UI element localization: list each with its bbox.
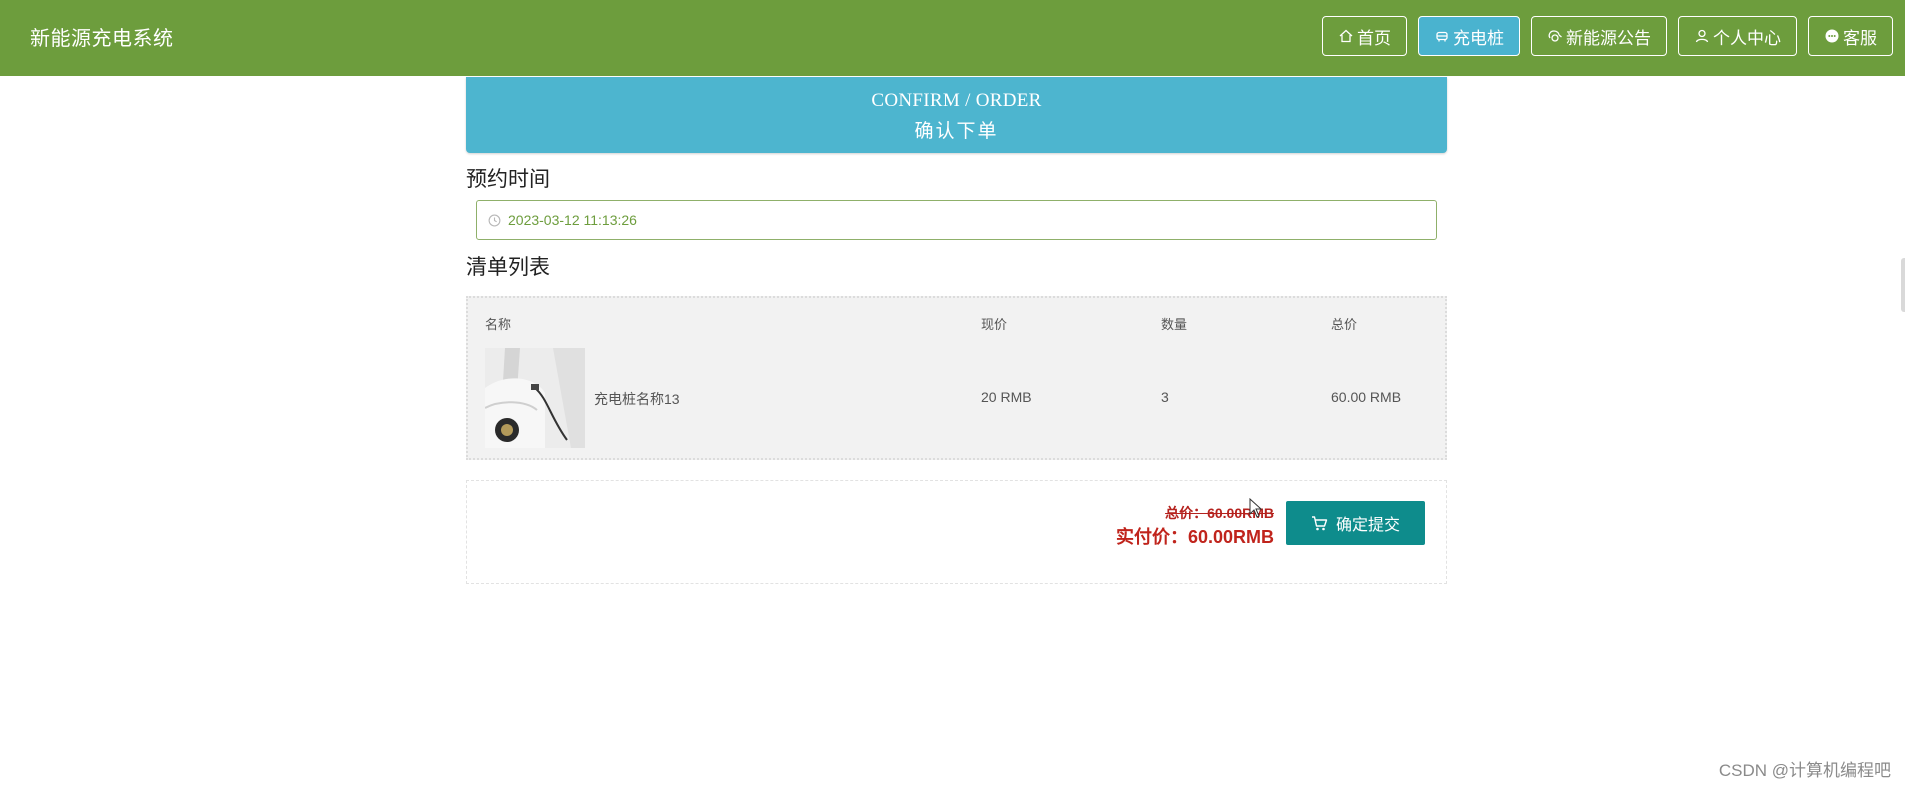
home-icon bbox=[1338, 28, 1354, 44]
order-summary: 总价：60.00RMB 实付价：60.00RMB 确定提交 bbox=[466, 480, 1447, 584]
nav-announcement-button[interactable]: 新能源公告 bbox=[1531, 16, 1667, 56]
nav-charger-label: 充电桩 bbox=[1453, 28, 1504, 48]
product-price: 20 RMB bbox=[981, 389, 1032, 405]
banner-title-cn: 确认下单 bbox=[914, 121, 999, 142]
mouse-cursor-icon bbox=[1249, 498, 1263, 518]
column-header-total: 总价 bbox=[1331, 317, 1358, 332]
column-header-price: 现价 bbox=[981, 317, 1008, 332]
site-brand[interactable]: 新能源充电系统 bbox=[30, 22, 174, 51]
product-name[interactable]: 充电桩名称13 bbox=[594, 389, 680, 409]
chat-icon bbox=[1824, 28, 1840, 44]
column-header-name: 名称 bbox=[485, 317, 512, 332]
user-icon bbox=[1694, 28, 1710, 44]
nav-service-label: 客服 bbox=[1843, 28, 1877, 48]
nav-charger-button[interactable]: 充电桩 bbox=[1418, 16, 1520, 56]
csdn-watermark: CSDN @计算机编程吧 bbox=[1718, 761, 1891, 780]
top-navbar: 新能源充电系统 首页 充电桩 新能源公告 个人中心 客服 bbox=[0, 0, 1905, 76]
cart-table: 名称 现价 数量 总价 充电桩名称13 20 RMB 3 60.00 RMB bbox=[466, 296, 1447, 460]
product-quantity: 3 bbox=[1161, 389, 1169, 405]
reservation-time-field[interactable] bbox=[476, 200, 1437, 240]
confirm-order-banner: CONFIRM / ORDER 确认下单 bbox=[466, 77, 1447, 153]
product-thumbnail bbox=[485, 348, 585, 448]
announcement-icon bbox=[1547, 28, 1563, 44]
side-drawer-handle[interactable] bbox=[1901, 258, 1905, 312]
cart-list-label: 清单列表 bbox=[466, 256, 550, 279]
nav-home-button[interactable]: 首页 bbox=[1322, 16, 1407, 56]
nav-profile-label: 个人中心 bbox=[1713, 28, 1781, 48]
nav-service-button[interactable]: 客服 bbox=[1808, 16, 1893, 56]
reservation-time-input[interactable] bbox=[508, 212, 1108, 228]
cart-icon bbox=[1311, 515, 1328, 532]
nav-profile-button[interactable]: 个人中心 bbox=[1678, 16, 1797, 56]
reservation-time-label: 预约时间 bbox=[466, 168, 550, 191]
column-header-quantity: 数量 bbox=[1161, 317, 1188, 332]
submit-order-label: 确定提交 bbox=[1335, 517, 1400, 534]
pay-total-price: 实付价：60.00RMB bbox=[1115, 527, 1274, 547]
nav-home-label: 首页 bbox=[1357, 28, 1391, 48]
banner-title-en: CONFIRM / ORDER bbox=[871, 90, 1042, 111]
submit-order-button[interactable]: 确定提交 bbox=[1286, 501, 1425, 545]
main-nav: 首页 充电桩 新能源公告 个人中心 客服 bbox=[1322, 16, 1893, 56]
nav-announcement-label: 新能源公告 bbox=[1566, 28, 1651, 48]
charger-icon bbox=[1434, 28, 1450, 44]
product-total: 60.00 RMB bbox=[1331, 389, 1402, 405]
clock-icon bbox=[488, 214, 501, 227]
